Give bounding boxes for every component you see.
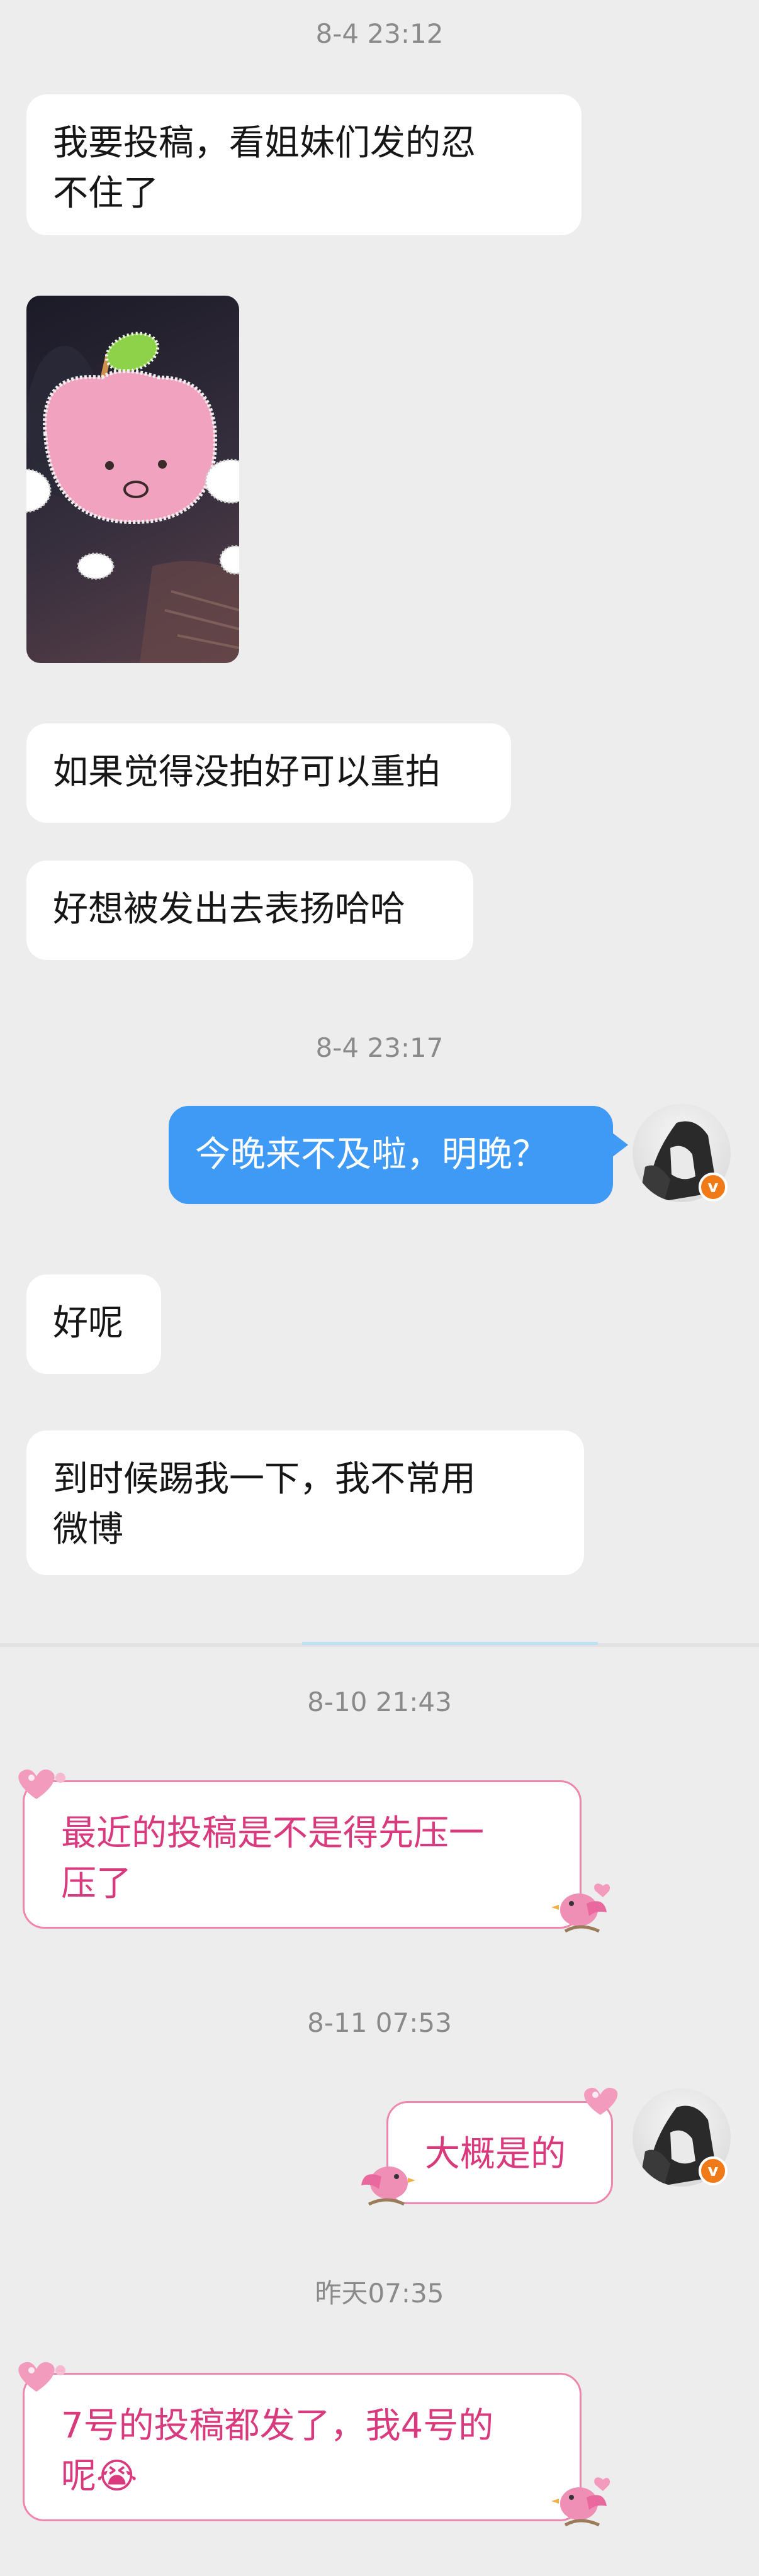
bird-icon (361, 2166, 415, 2206)
incoming-message-bubble[interactable]: 最近的投稿是不是得先压一 压了 (23, 1780, 582, 1929)
timestamp: 8-11 07:53 (307, 2007, 452, 2038)
image-message[interactable] (26, 296, 239, 663)
screenshot-divider-accent (302, 1642, 598, 1645)
incoming-message-bubble[interactable]: 到时候踢我一下，我不常用 微博 (26, 1430, 584, 1575)
message-text: 好呢 (53, 1303, 123, 1344)
message-text: 呢😭 (61, 2456, 138, 2497)
message-text: 如果觉得没拍好可以重拍 (53, 752, 441, 793)
timestamp: 8-4 23:12 (315, 18, 444, 49)
bubble-heart-icon (18, 2361, 65, 2392)
message-text: 大概是的 (425, 2134, 566, 2175)
message-text: 7号的投稿都发了，我4号的 (61, 2406, 494, 2446)
message-text: 最近的投稿是不是得先压一 (61, 1813, 484, 1854)
photo-content (26, 332, 239, 663)
bubble-heart-icon (584, 2087, 618, 2115)
message-text: 好想被发出去表扬哈哈 (53, 889, 405, 930)
message-text: 今晚来不及啦，明晚？ (195, 1134, 548, 1175)
timestamp: 8-10 21:43 (307, 1687, 452, 1717)
incoming-message-bubble[interactable]: 好呢 (26, 1274, 161, 1374)
bird-icon (551, 2477, 610, 2527)
incoming-message-bubble[interactable]: 如果觉得没拍好可以重拍 (26, 723, 511, 823)
message-text: 到时候踢我一下，我不常用 (53, 1459, 476, 1500)
timestamp: 昨天07:35 (315, 2278, 444, 2309)
message-text: 我要投稿，看姐妹们发的忍 (53, 123, 476, 164)
bird-icon (551, 1883, 610, 1933)
incoming-message-bubble[interactable]: 7号的投稿都发了，我4号的 呢😭 (23, 2373, 582, 2521)
verified-badge-icon: v (699, 2156, 728, 2185)
message-text: 不住了 (53, 173, 159, 214)
verified-badge-icon: v (699, 1173, 728, 1202)
incoming-message-bubble[interactable]: 好想被发出去表扬哈哈 (26, 861, 473, 960)
outgoing-message-bubble[interactable]: 今晚来不及啦，明晚？ (169, 1106, 613, 1204)
incoming-message-bubble[interactable]: 我要投稿，看姐妹们发的忍 不住了 (26, 94, 582, 235)
timestamp: 8-4 23:17 (315, 1032, 444, 1063)
message-text: 微博 (53, 1509, 123, 1550)
bubble-tail (612, 1132, 628, 1157)
bubble-heart-icon (18, 1769, 65, 1799)
message-text: 压了 (61, 1863, 132, 1904)
